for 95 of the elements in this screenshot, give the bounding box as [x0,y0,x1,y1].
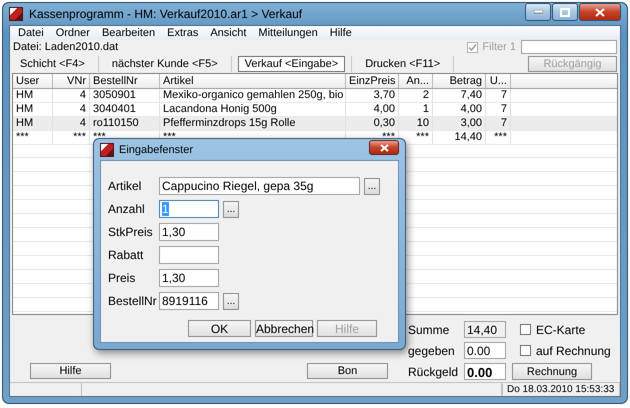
column-header[interactable]: BestellNr [90,74,160,88]
help-button[interactable]: Hilfe [30,363,111,379]
total-field: 14,40 [464,321,506,338]
filter-field[interactable] [521,40,617,54]
total-field: 0.00 [464,363,506,380]
column-header[interactable]: U... [486,74,511,88]
maximize-button[interactable] [552,3,578,21]
table-cell: 3040401 [90,103,160,116]
lookup-button[interactable]: ... [223,292,239,310]
close-button[interactable] [579,3,621,21]
tab[interactable]: Verkauf <Eingabe> [238,56,346,72]
table-cell: *** [486,131,511,144]
menu-item[interactable]: Mitteilungen [252,26,324,40]
table-cell: Mexiko-organico gemahlen 250g, bio [160,89,346,102]
table-cell: 7 [486,89,511,102]
table-cell: 2 [399,89,433,102]
table-cell: HM [13,117,53,130]
field-label: Preis [108,271,136,285]
table-cell: 10 [399,117,433,130]
field-label: StkPreis [108,225,154,239]
column-header[interactable]: Artikel [160,74,346,88]
column-header[interactable]: EinzPreis [346,74,399,88]
input-field[interactable]: 1,30 [159,269,219,287]
total-label: Summe [408,322,450,336]
column-header[interactable]: User [13,74,53,88]
table-cell: 4,00 [433,103,486,116]
option-label: auf Rechnung [536,344,611,358]
total-field[interactable]: 0.00 [464,342,506,359]
table-cell: 4 [53,89,90,102]
filter-label: Filter 1 [482,41,516,53]
table-cell: 4 [53,103,90,116]
table-cell: 1 [399,103,433,116]
table-cell: 7,40 [433,89,486,102]
table-cell: ro110150 [90,117,160,130]
tab[interactable]: Schicht <F4> [13,56,92,72]
option-label: EC-Karte [536,322,586,336]
field-label: Anzahl [108,202,146,216]
input-field[interactable]: 1,30 [159,223,219,241]
app-icon [100,142,114,156]
field-label: Rabatt [108,248,144,262]
maximize-icon [560,8,570,16]
table-cell: HM [13,89,53,102]
total-label: Rückgeld [408,364,460,378]
table-row[interactable]: HM 4 3050901 Mexiko-organico gemahlen 250g, bio 3,70 2 7,40 7 [13,89,617,104]
table-cell: Lacandona Honig 500g [160,103,346,116]
table-cell: 3050901 [90,89,160,102]
table-row[interactable]: HM 4 ro110150 Pfefferminzdrops 15g Rolle 0,30 10 3,00 7 [13,117,617,132]
tab[interactable]: nächster Kunde <F5> [104,56,225,72]
app-icon [9,7,23,21]
dialog-button[interactable]: Abbrechen [255,320,313,337]
close-icon [380,144,388,152]
table-cell: 4 [53,117,90,130]
column-header[interactable]: Betrag [433,74,486,88]
table-cell: HM [13,103,53,116]
window-title: Kassenprogramm - HM: Verkauf2010.ar1 > Verkauf [29,7,304,21]
minimize-icon [534,10,542,14]
input-field[interactable]: 8919116 [159,292,219,310]
table-cell: *** [13,131,53,144]
dialog-title: Eingabefenster [119,144,194,156]
file-label: Datei: Laden2010.dat [13,41,118,53]
close-button[interactable] [369,140,399,155]
field-label: BestellNr [108,294,158,308]
dialog-button[interactable]: OK [188,320,251,337]
table-cell: 0,30 [346,117,399,130]
input-field[interactable] [159,246,219,264]
option-checkbox[interactable] [520,324,531,335]
table-cell: 3,70 [346,89,399,102]
menu-item[interactable]: Ordner [50,26,96,40]
option-checkbox[interactable] [520,345,531,356]
menu-item[interactable]: Hilfe [324,26,358,40]
table-cell: 3,00 [433,117,486,130]
tab[interactable]: Drucken <F11> [358,56,448,72]
menu-item[interactable]: Bearbeiten [96,26,162,40]
table-row[interactable]: HM 4 3040401 Lacandona Honig 500g 4,00 1 4,00 7 [13,103,617,118]
lookup-button[interactable]: ... [364,178,380,194]
invoice-button[interactable]: Rechnung [512,363,592,380]
table-cell: 7 [486,117,511,130]
total-label: gegeben [408,344,456,358]
minimize-button[interactable] [525,3,551,21]
status-datetime: Do 18.03.2010 15:53:33 [502,384,618,395]
menu-item[interactable]: Ansicht [204,26,252,40]
close-icon [595,8,605,16]
menu-item[interactable]: Datei [12,26,50,40]
column-header[interactable]: VNr [53,74,90,88]
input-field[interactable]: Cappucino Riegel, gepa 35g [159,177,360,195]
table-cell: Pfefferminzdrops 15g Rolle [160,117,346,130]
receipt-button[interactable]: Bon [307,363,388,379]
menu-item[interactable]: Extras [161,26,204,40]
table-cell: *** [53,131,90,144]
table-cell: 4,00 [346,103,399,116]
table-cell: 7 [486,103,511,116]
lookup-button[interactable]: ... [223,200,239,218]
field-label: Artikel [108,179,142,193]
column-header[interactable]: An... [399,74,433,88]
table-cell: 14,40 [433,131,486,144]
